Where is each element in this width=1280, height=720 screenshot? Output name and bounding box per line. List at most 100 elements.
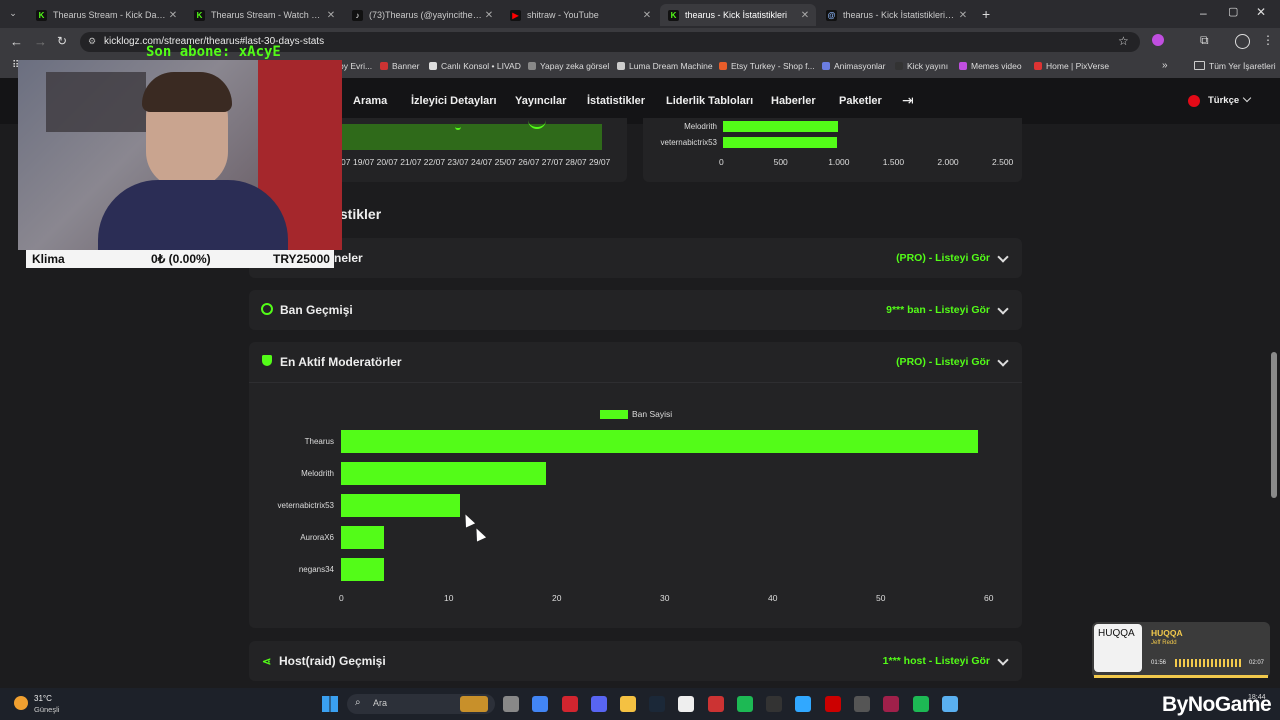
new-tab-icon[interactable]: + — [982, 6, 990, 22]
tab-2[interactable]: ♪ (73)Thearus (@yayincithearus) | TikTok✕ — [344, 4, 500, 26]
chrome-icon[interactable] — [532, 696, 548, 712]
photoshop-icon[interactable] — [795, 696, 811, 712]
bookmark-label: Kick yayını — [907, 61, 949, 71]
folder-icon[interactable] — [620, 696, 636, 712]
tab-0[interactable]: K Thearus Stream - Kick Dashboard✕ — [28, 4, 184, 26]
date-tick-label: 24/07 — [471, 157, 493, 167]
windows-start-icon[interactable] — [322, 696, 338, 712]
all-bookmarks-folder[interactable]: Tüm Yer İşaretleri — [1194, 61, 1276, 71]
mini-x-tick: 500 — [773, 157, 788, 167]
spotify-alt-icon[interactable] — [913, 696, 929, 712]
weather-temp: 31°C — [34, 694, 52, 703]
bookmark-4[interactable]: Etsy Turkey - Shop f... — [719, 61, 815, 71]
tab-5[interactable]: @ thearus - Kick İstatistikleri, Analiz✕ — [818, 4, 974, 26]
track-artist: Jeff Redd — [1151, 640, 1177, 646]
nav-item-3[interactable]: İstatistikler — [587, 95, 645, 107]
back-icon[interactable]: ← — [10, 34, 23, 49]
language-label: Türkçe — [1208, 95, 1240, 106]
red-app-icon[interactable] — [825, 696, 841, 712]
site-info-icon[interactable]: ⚙ — [88, 36, 96, 47]
obs-icon[interactable] — [854, 696, 870, 712]
waveform — [1175, 659, 1243, 667]
category-label: Melodrith — [301, 469, 334, 478]
nav-item-2[interactable]: Yayıncılar — [515, 95, 566, 107]
tab-4[interactable]: Kthearus - Kick İstatistikleri ✕ — [660, 4, 816, 26]
bookmark-star-icon[interactable]: ☆ — [1118, 34, 1129, 48]
epic-games-icon[interactable] — [766, 696, 782, 712]
streamer-body — [98, 180, 288, 250]
bookmark-label: Memes video — [971, 61, 1022, 71]
forward-icon[interactable]: → — [34, 34, 47, 49]
nav-item-1[interactable]: İzleyici Detayları — [411, 95, 497, 107]
sub-alert: Son abone: xAcyE — [146, 44, 281, 60]
extensions-icon[interactable]: ⧉ — [1200, 33, 1209, 48]
tab-title: Thearus Stream - Kick Dashboard — [53, 10, 166, 20]
bookmark-label: Animasyonlar — [834, 61, 886, 71]
notepad-icon[interactable] — [942, 696, 958, 712]
section-action-host-history[interactable]: 1*** host - Listeyi Gör — [820, 655, 990, 667]
opera-icon[interactable] — [562, 696, 578, 712]
close-window-icon[interactable]: ✕ — [1256, 5, 1266, 19]
section-action-active-moderators[interactable]: (PRO) - Listeyi Gör — [820, 356, 990, 368]
game-icon[interactable] — [708, 696, 724, 712]
weather-icon[interactable] — [14, 696, 28, 710]
tab-search-icon[interactable]: ⌄ — [6, 8, 20, 22]
scrollbar-thumb[interactable] — [1271, 352, 1277, 498]
nav-item-5[interactable]: Haberler — [771, 95, 816, 107]
tab-close-icon[interactable]: ✕ — [640, 10, 654, 21]
donation-ticker: Klima 0₺ (0.00%) TRY25000 — [26, 250, 334, 268]
bookmark-label: Yapay zeka görsel — [540, 61, 610, 71]
taskbar — [0, 688, 1280, 720]
file-explorer-icon[interactable] — [503, 696, 519, 712]
bookmark-0[interactable]: Banner — [380, 61, 419, 71]
bookmark-7[interactable]: Memes video — [959, 61, 1022, 71]
tab-close-icon[interactable]: ✕ — [324, 10, 338, 21]
reload-icon[interactable]: ↻ — [57, 34, 67, 48]
profile-icon[interactable] — [1235, 34, 1250, 49]
ticker-value: 0₺ (0.00%) — [151, 252, 211, 266]
share-icon: ⋖ — [262, 656, 272, 668]
section-action-0[interactable]: (PRO) - Listeyi Gör — [820, 252, 990, 264]
tab-favicon-icon: K — [668, 9, 679, 21]
bookmark-2[interactable]: Yapay zeka görsel — [528, 61, 609, 71]
bookmark-3[interactable]: Luma Dream Machine — [617, 61, 713, 71]
github-icon[interactable] — [678, 696, 694, 712]
tab-close-icon[interactable]: ✕ — [798, 10, 812, 21]
bookmark-favicon-icon — [959, 62, 967, 70]
bookmark-6[interactable]: Kick yayını — [895, 61, 948, 71]
nav-item-6[interactable]: Paketler — [839, 95, 882, 107]
bookmarks-overflow-icon[interactable]: » — [1162, 60, 1168, 71]
download-icon[interactable] — [1152, 34, 1164, 46]
menu-icon[interactable]: ⋮ — [1262, 33, 1274, 47]
bookmark-partial[interactable]: by Evri... — [339, 61, 372, 71]
tab-close-icon[interactable]: ✕ — [166, 10, 180, 21]
login-icon[interactable]: ⇥ — [902, 92, 914, 109]
language-selector[interactable]: Türkçe — [1188, 93, 1252, 108]
ban-count-bar — [341, 462, 547, 485]
mini-x-tick: 0 — [719, 157, 724, 167]
spotify-icon[interactable] — [737, 696, 753, 712]
weather-desc: Güneşli — [34, 705, 60, 714]
bookmark-label: Luma Dream Machine — [629, 61, 713, 71]
bookmark-8[interactable]: Home | PixVerse — [1034, 61, 1109, 71]
section-action-ban-history[interactable]: 9*** ban - Listeyi Gör — [820, 304, 990, 316]
mini-category-label: veternabictrix53 — [660, 138, 717, 147]
tab-favicon-icon: K — [36, 9, 47, 21]
chevron-down-icon — [1242, 93, 1252, 103]
tab-3[interactable]: ▶ shitraw - YouTube ✕ — [502, 4, 658, 26]
tab-1[interactable]: K Thearus Stream - Watch Live on Kick✕ — [186, 4, 342, 26]
bookmark-5[interactable]: Animasyonlar — [822, 61, 886, 71]
nav-item-4[interactable]: Liderlik Tabloları — [666, 95, 753, 107]
ban-count-bar — [341, 558, 385, 581]
bookmark-1[interactable]: Canlı Konsol • LIVAD — [429, 61, 521, 71]
steam-icon[interactable] — [649, 696, 665, 712]
tab-close-icon[interactable]: ✕ — [482, 10, 496, 21]
nav-item-0[interactable]: Arama — [353, 95, 387, 107]
track-elapsed: 01:56 — [1151, 660, 1167, 666]
tab-close-icon[interactable]: ✕ — [956, 10, 970, 21]
tiger-widget-icon[interactable] — [460, 696, 488, 712]
maximize-icon[interactable]: ▢ — [1228, 5, 1238, 18]
minimize-icon[interactable]: – — [1200, 6, 1207, 20]
vegas-icon[interactable] — [883, 696, 899, 712]
discord-icon[interactable] — [591, 696, 607, 712]
